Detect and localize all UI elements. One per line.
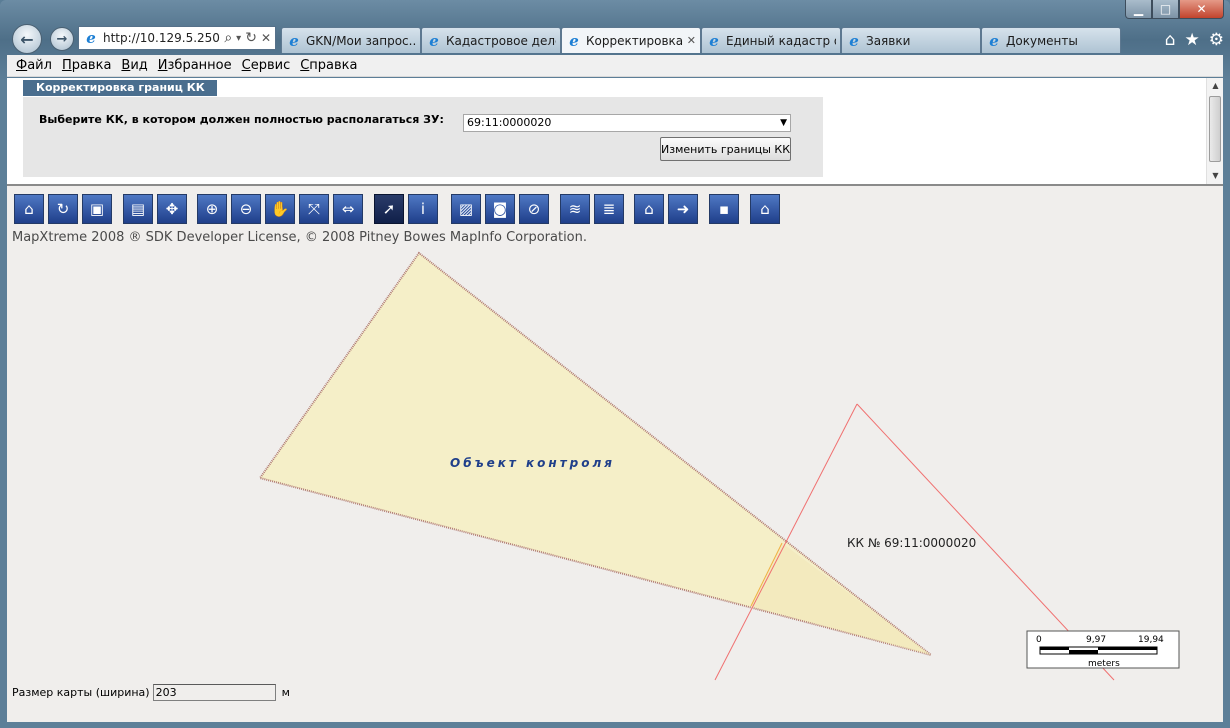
search-icon[interactable]: ⌕ bbox=[224, 30, 232, 46]
close-window-button[interactable]: ✕ bbox=[1179, 0, 1224, 19]
menu-hotkey: Ф bbox=[16, 58, 28, 73]
menu-help[interactable]: Справка bbox=[295, 58, 362, 73]
ie-icon: e bbox=[289, 31, 299, 50]
tab-requests[interactable]: e Заявки bbox=[841, 27, 981, 53]
tab-documents[interactable]: e Документы bbox=[981, 27, 1121, 53]
menu-label: ервис bbox=[250, 58, 291, 73]
tab-label: Кадастровое деле... bbox=[446, 33, 556, 48]
window-caption-buttons: ▁ □ ✕ bbox=[1125, 0, 1224, 19]
address-bar[interactable]: e http://10.129.5.250/ ⌕ ▾ ↻ ✕ bbox=[78, 26, 276, 50]
tab-label: Заявки bbox=[866, 33, 911, 48]
scale-tick-0: 0 bbox=[1036, 635, 1042, 645]
map-size-label: Размер карты (ширина) bbox=[12, 686, 150, 699]
menu-hotkey: В bbox=[121, 58, 131, 73]
scale-bar: 0 9,97 19,94 meters bbox=[1026, 630, 1180, 669]
menu-view[interactable]: Вид bbox=[116, 58, 152, 73]
menu-hotkey: И bbox=[157, 58, 168, 73]
menu-label: равка bbox=[71, 58, 112, 73]
tab-label: Корректировка ... bbox=[586, 33, 683, 48]
scale-unit: meters bbox=[1088, 659, 1120, 669]
address-url[interactable]: http://10.129.5.250/ bbox=[103, 31, 220, 45]
map-canvas[interactable]: Объект контроля КК № 69:11:0000020 0 9,9… bbox=[7, 78, 1223, 722]
tab-label: GKN/Мои запрос... bbox=[306, 33, 416, 48]
menu-service[interactable]: Сервис bbox=[237, 58, 296, 73]
browser-window: ▁ □ ✕ ← → e http://10.129.5.250/ ⌕ ▾ ↻ ✕… bbox=[0, 0, 1230, 728]
home-icon[interactable]: ⌂ bbox=[1165, 30, 1176, 50]
refresh-icon[interactable]: ↻ bbox=[245, 30, 257, 46]
menu-label: ид bbox=[130, 58, 148, 73]
kk-overlap-area bbox=[751, 543, 931, 655]
tab-unified-cadastre[interactable]: e Единый кадастр о... bbox=[701, 27, 841, 53]
ie-icon: e bbox=[429, 31, 439, 50]
page-content: Корректировка границ КК Выберите КК, в к… bbox=[7, 78, 1223, 722]
menu-label: збранное bbox=[167, 58, 232, 73]
map-size-row: Размер карты (ширина) 203 м bbox=[12, 684, 290, 701]
ie-icon: e bbox=[86, 29, 96, 47]
kk-label: КК № 69:11:0000020 bbox=[847, 536, 976, 550]
browser-tools: ⌂ ★ ⚙ bbox=[1165, 30, 1224, 50]
menu-file[interactable]: Файл bbox=[11, 58, 57, 73]
menu-hotkey: С bbox=[300, 58, 310, 73]
tab-label: Единый кадастр о... bbox=[726, 33, 836, 48]
menu-favorites[interactable]: Избранное bbox=[153, 58, 237, 73]
menu-hotkey: С bbox=[241, 58, 251, 73]
close-tab-icon[interactable]: ✕ bbox=[687, 34, 696, 47]
back-button[interactable]: ← bbox=[12, 24, 42, 54]
dropdown-icon[interactable]: ▾ bbox=[236, 33, 241, 44]
favorites-star-icon[interactable]: ★ bbox=[1185, 30, 1200, 50]
scale-tick-1: 9,97 bbox=[1086, 635, 1106, 645]
tab-label: Документы bbox=[1006, 33, 1078, 48]
menu-label: айл bbox=[27, 58, 52, 73]
menu-edit[interactable]: Правка bbox=[57, 58, 116, 73]
minimize-button[interactable]: ▁ bbox=[1125, 0, 1152, 19]
tab-correction-active[interactable]: e Корректировка ... ✕ bbox=[561, 27, 701, 53]
maximize-button[interactable]: □ bbox=[1152, 0, 1179, 19]
map-size-unit: м bbox=[281, 686, 290, 699]
forward-button[interactable]: → bbox=[50, 27, 74, 51]
ie-icon: e bbox=[709, 31, 719, 50]
object-label: Объект контроля bbox=[450, 456, 615, 470]
back-arrow-icon: ← bbox=[20, 29, 34, 49]
ie-icon: e bbox=[849, 31, 859, 50]
scale-tick-2: 19,94 bbox=[1138, 635, 1164, 645]
tab-cadastral-case[interactable]: e Кадастровое деле... bbox=[421, 27, 561, 53]
ie-icon: e bbox=[569, 31, 579, 50]
settings-gear-icon[interactable]: ⚙ bbox=[1209, 30, 1224, 50]
forward-arrow-icon: → bbox=[56, 31, 68, 47]
menu-bar: Файл Правка Вид Избранное Сервис Справка bbox=[7, 55, 1223, 77]
map-size-input[interactable]: 203 bbox=[152, 684, 276, 701]
ie-icon: e bbox=[989, 31, 999, 50]
menu-label: правка bbox=[309, 58, 358, 73]
stop-icon[interactable]: ✕ bbox=[261, 31, 271, 45]
tab-gkn[interactable]: e GKN/Мои запрос... bbox=[281, 27, 421, 53]
menu-hotkey: П bbox=[61, 58, 72, 73]
tab-strip: eGKN/Мои запрос... eКадастровое деле... … bbox=[281, 27, 1121, 53]
